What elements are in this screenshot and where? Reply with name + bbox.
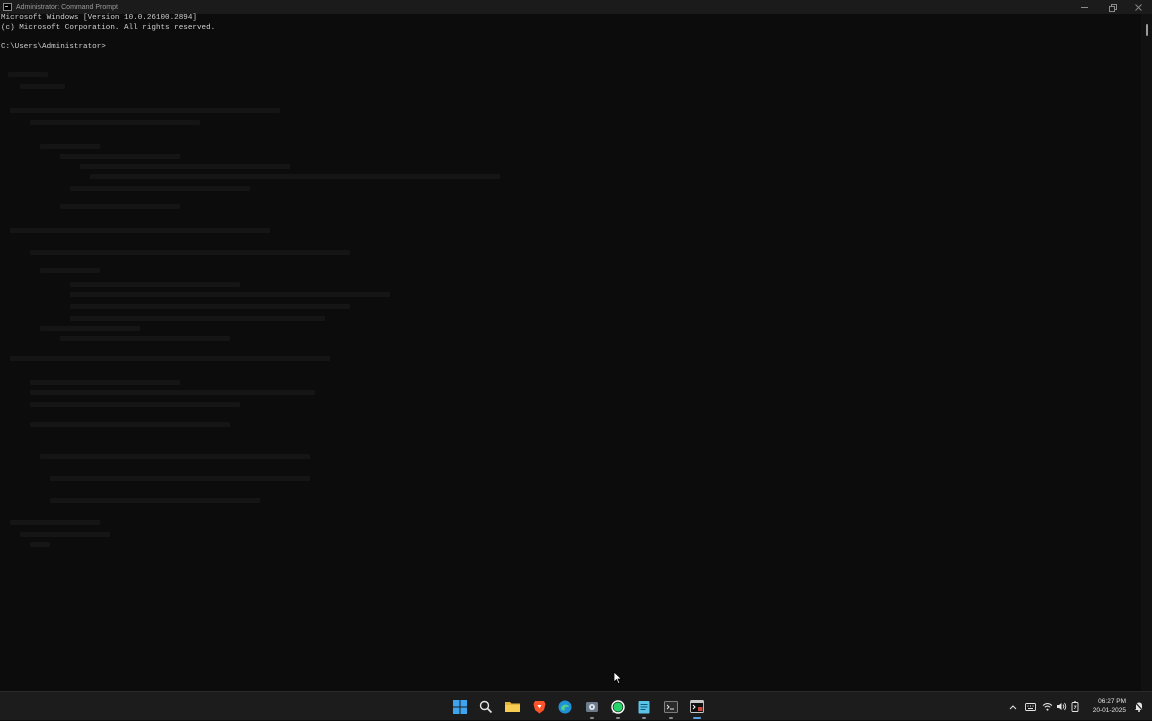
close-icon bbox=[1135, 3, 1142, 11]
taskbar-apps bbox=[447, 692, 710, 721]
taskbar-edge[interactable] bbox=[552, 692, 578, 721]
console-prompt: C:\Users\Administrator> bbox=[1, 42, 106, 51]
taskbar-whatsapp[interactable] bbox=[605, 692, 631, 721]
network-button[interactable] bbox=[1040, 692, 1054, 721]
running-indicator bbox=[642, 717, 647, 719]
clock-date: 20-01-2025 bbox=[1092, 706, 1126, 714]
console-scrollbar[interactable] bbox=[1141, 14, 1152, 691]
close-button[interactable] bbox=[1125, 0, 1152, 14]
battery-button[interactable] bbox=[1068, 692, 1082, 721]
taskbar-clock[interactable]: 06:27 PM 20-01-2025 bbox=[1082, 698, 1126, 715]
search-icon bbox=[480, 700, 493, 713]
console-line: (c) Microsoft Corporation. All rights re… bbox=[1, 23, 216, 32]
gear-app-icon bbox=[585, 701, 598, 712]
title-bar: Administrator: Command Prompt bbox=[0, 0, 1152, 14]
taskbar-brave[interactable] bbox=[526, 692, 552, 721]
show-hidden-icons-button[interactable] bbox=[1006, 692, 1020, 721]
notepad-icon bbox=[638, 700, 650, 713]
keyboard-button[interactable] bbox=[1020, 692, 1040, 721]
edge-browser-icon bbox=[558, 700, 572, 713]
battery-icon bbox=[1071, 701, 1079, 712]
keyboard-icon bbox=[1024, 702, 1036, 711]
notification-button[interactable] bbox=[1132, 701, 1146, 712]
mouse-cursor-icon bbox=[613, 671, 623, 685]
chevron-up-icon bbox=[1009, 704, 1017, 709]
cmd-window-icon bbox=[3, 3, 12, 11]
taskbar-file-explorer[interactable] bbox=[500, 692, 526, 721]
running-indicator bbox=[668, 717, 673, 719]
minimize-button[interactable] bbox=[1071, 0, 1098, 14]
cmd-icon bbox=[689, 700, 704, 713]
window-title: Administrator: Command Prompt bbox=[16, 3, 118, 11]
window-controls bbox=[1071, 0, 1152, 14]
whatsapp-icon bbox=[611, 699, 625, 714]
taskbar: 06:27 PM 20-01-2025 bbox=[0, 691, 1152, 720]
terminal-icon bbox=[663, 700, 678, 713]
taskbar-app[interactable] bbox=[578, 692, 604, 721]
active-indicator bbox=[692, 717, 701, 719]
restore-button[interactable] bbox=[1098, 0, 1125, 14]
search-button[interactable] bbox=[473, 692, 499, 721]
taskbar-command-prompt[interactable] bbox=[684, 692, 710, 721]
volume-icon bbox=[1056, 702, 1066, 711]
start-button[interactable] bbox=[447, 692, 473, 721]
wifi-icon bbox=[1042, 703, 1052, 711]
windows-start-icon bbox=[453, 699, 468, 714]
console-line: Microsoft Windows [Version 10.0.26100.28… bbox=[1, 14, 197, 22]
scrollbar-thumb[interactable] bbox=[1146, 24, 1148, 36]
taskbar-notepad[interactable] bbox=[631, 692, 657, 721]
running-indicator bbox=[589, 717, 594, 719]
running-indicator bbox=[615, 717, 620, 719]
taskbar-terminal[interactable] bbox=[657, 692, 683, 721]
system-tray: 06:27 PM 20-01-2025 bbox=[1006, 692, 1152, 721]
restore-icon bbox=[1108, 4, 1117, 12]
folder-icon bbox=[505, 702, 521, 712]
clock-time: 06:27 PM bbox=[1098, 698, 1126, 705]
notification-bell-icon bbox=[1134, 701, 1144, 712]
brave-browser-icon bbox=[533, 700, 546, 713]
volume-button[interactable] bbox=[1054, 692, 1068, 721]
minimize-icon bbox=[1081, 6, 1088, 8]
console-output[interactable]: Microsoft Windows [Version 10.0.26100.28… bbox=[0, 14, 1141, 691]
